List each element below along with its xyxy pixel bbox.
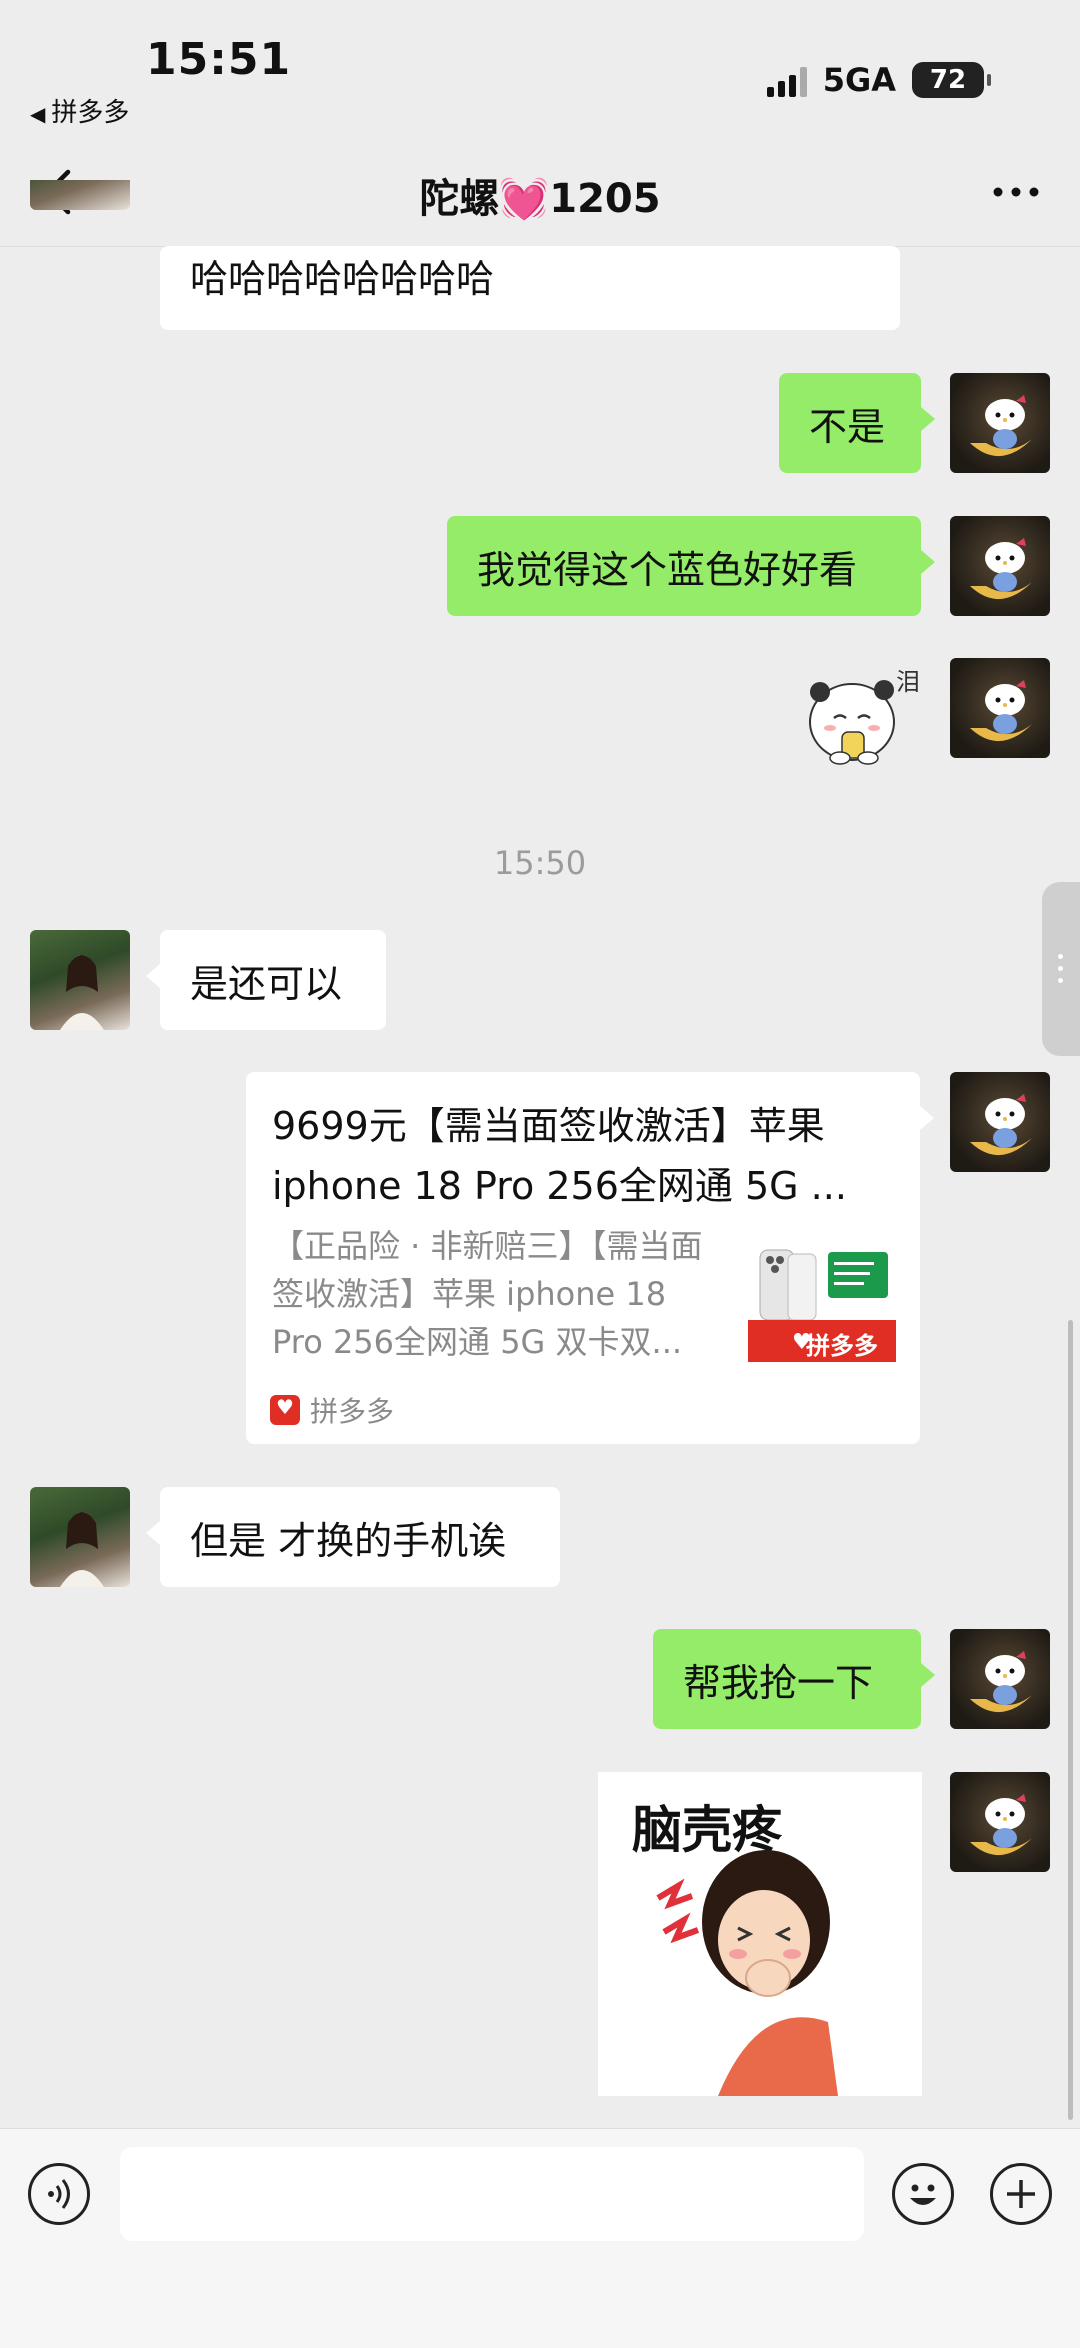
- my-avatar[interactable]: [950, 1072, 1050, 1172]
- voice-icon: [48, 2179, 70, 2209]
- chat-input-bar: [0, 2128, 1080, 2348]
- hello-kitty-avatar-icon: [970, 1794, 1032, 1856]
- hello-kitty-avatar-icon: [970, 1094, 1032, 1156]
- hello-kitty-avatar-icon: [970, 1651, 1032, 1713]
- panda-sticker[interactable]: 泪: [800, 660, 920, 780]
- back-triangle-icon: ◀: [30, 102, 46, 126]
- product-thumbnail: ♥ 拼多多: [748, 1242, 896, 1362]
- pinduoduo-logo-icon: [270, 1395, 300, 1425]
- message-text: 但是 才换的手机诶: [190, 1519, 507, 1563]
- network-type: 5GA: [822, 61, 896, 99]
- card-description: 【正品险 · 非新赔三】【需当面 签收激活】苹果 iphone 18 Pro 2…: [272, 1222, 712, 1366]
- headache-sticker[interactable]: 脑壳疼: [598, 1772, 922, 2096]
- message-bubble[interactable]: 我觉得这个蓝色好好看: [447, 516, 935, 616]
- heart-emoji: 💓: [499, 176, 550, 222]
- card-desc-line-2: 签收激活】苹果 iphone 18: [272, 1275, 667, 1313]
- back-app-label: 拼多多: [51, 98, 130, 128]
- voice-button[interactable]: [28, 2163, 90, 2225]
- hello-kitty-avatar-icon: [970, 395, 1032, 457]
- plus-button[interactable]: [990, 2163, 1052, 2225]
- contact-avatar[interactable]: [30, 930, 130, 1030]
- card-title-line-1: 9699元【需当面签收激活】苹果: [272, 1104, 825, 1148]
- my-avatar[interactable]: [950, 1629, 1050, 1729]
- message-bubble[interactable]: 但是 才换的手机诶: [146, 1487, 560, 1587]
- side-drag-handle[interactable]: [1042, 882, 1080, 1056]
- girl-portrait-avatar-icon: [60, 955, 104, 1030]
- my-avatar[interactable]: [950, 658, 1050, 758]
- battery-level: 72: [929, 65, 967, 95]
- my-avatar[interactable]: [950, 516, 1050, 616]
- card-desc-line-3: Pro 256全网通 5G 双卡双...: [272, 1323, 683, 1361]
- emoji-icon: [910, 2184, 936, 2205]
- plus-icon: [1007, 2180, 1035, 2208]
- card-desc-line-1: 【正品险 · 非新赔三】【需当面: [272, 1227, 703, 1265]
- chat-scrollbar[interactable]: [1068, 1320, 1073, 2120]
- card-source: 拼多多: [270, 1390, 394, 1430]
- more-options-icon[interactable]: [986, 164, 1046, 220]
- emoji-button[interactable]: [892, 2163, 954, 2225]
- message-text: 不是: [809, 405, 886, 449]
- thumbnail-badge-text: 拼多多: [806, 1332, 878, 1360]
- contact-name: 陀螺: [419, 176, 500, 222]
- message-text: 帮我抢一下: [683, 1661, 874, 1705]
- chat-header: 陀螺💓1205: [0, 140, 1080, 247]
- message-bubble[interactable]: 哈哈哈哈哈哈哈哈: [160, 246, 900, 330]
- card-source-name: 拼多多: [310, 1395, 395, 1428]
- chat-timestamp: 15:50: [493, 844, 587, 882]
- message-text: 哈哈哈哈哈哈哈哈: [190, 257, 495, 301]
- back-to-app-link[interactable]: ◀ 拼多多: [30, 92, 129, 129]
- my-avatar[interactable]: [950, 373, 1050, 473]
- status-icons: 5GA 72: [766, 58, 991, 102]
- message-bubble[interactable]: 是还可以: [146, 930, 386, 1030]
- hello-kitty-avatar-icon: [970, 680, 1032, 742]
- status-time: 15:51: [146, 34, 292, 85]
- signal-icon: [766, 63, 807, 97]
- hello-kitty-avatar-icon: [970, 538, 1032, 600]
- message-input[interactable]: [120, 2147, 864, 2241]
- chat-title: 陀螺💓1205: [0, 166, 1080, 224]
- message-text: 是还可以: [190, 962, 343, 1006]
- battery-icon: 72: [912, 62, 991, 98]
- sticker-caption: 泪: [896, 668, 920, 696]
- contact-name-suffix: 1205: [549, 176, 661, 222]
- message-text: 我觉得这个蓝色好好看: [477, 548, 858, 592]
- message-bubble[interactable]: 帮我抢一下: [653, 1629, 935, 1729]
- product-link-card[interactable]: 9699元【需当面签收激活】苹果 iphone 18 Pro 256全网通 5G…: [246, 1072, 934, 1444]
- headache-girl-sticker-icon: [656, 1850, 838, 2096]
- my-avatar[interactable]: [950, 1772, 1050, 1872]
- contact-avatar[interactable]: [30, 1487, 130, 1587]
- card-title-line-2: iphone 18 Pro 256全网通 5G ...: [272, 1164, 847, 1208]
- message-bubble[interactable]: 不是: [779, 373, 935, 473]
- status-bar: 15:51 ◀ 拼多多 5GA 72: [0, 0, 1080, 140]
- girl-portrait-avatar-icon: [60, 1512, 104, 1587]
